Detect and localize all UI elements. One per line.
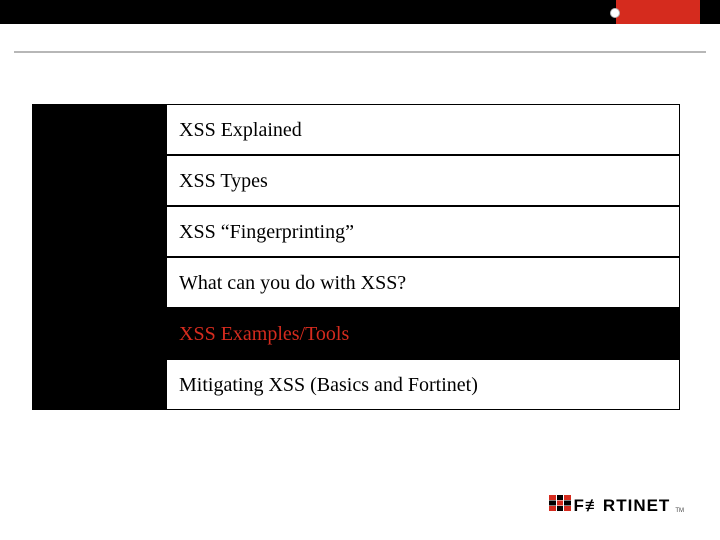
agenda-item-4: XSS Examples/Tools <box>166 308 680 359</box>
top-bar <box>0 0 720 24</box>
agenda-sidebar <box>32 104 166 410</box>
top-bar-accent <box>616 0 700 24</box>
agenda-block: XSS Explained XSS Types XSS “Fingerprintin… <box>32 104 680 410</box>
trademark-symbol: TM <box>675 508 684 514</box>
agenda-item-5: Mitigating XSS (Basics and Fortinet) <box>166 359 680 410</box>
agenda-item-label: XSS Types <box>179 169 268 193</box>
agenda-item-1: XSS Types <box>166 155 680 206</box>
agenda-items: XSS Explained XSS Types XSS “Fingerprintin… <box>166 104 680 410</box>
fortinet-logo-icon <box>549 495 571 516</box>
agenda-item-3: What can you do with XSS? <box>166 257 680 308</box>
agenda-item-label: XSS Explained <box>179 118 302 142</box>
brand-logo: F≢RTINET TM <box>549 495 684 516</box>
agenda-item-label: XSS “Fingerprinting” <box>179 220 354 244</box>
agenda-item-label: XSS Examples/Tools <box>179 322 349 346</box>
agenda-item-label: Mitigating XSS (Basics and Fortinet) <box>179 373 478 397</box>
agenda-item-label: What can you do with XSS? <box>179 271 406 295</box>
agenda-item-0: XSS Explained <box>166 104 680 155</box>
horizontal-divider <box>14 51 706 53</box>
agenda-item-2: XSS “Fingerprinting” <box>166 206 680 257</box>
top-bar-dot <box>610 8 620 18</box>
brand-logo-text: F≢RTINET <box>574 496 671 516</box>
slide: XSS Explained XSS Types XSS “Fingerprintin… <box>0 0 720 540</box>
